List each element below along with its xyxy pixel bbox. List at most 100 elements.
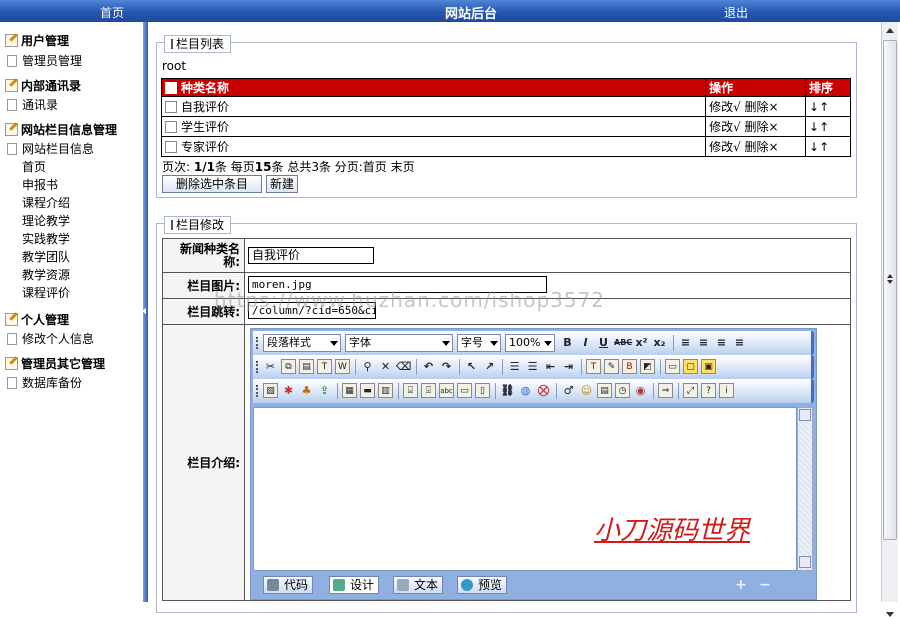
paste-word-icon[interactable]: W — [335, 359, 350, 374]
delete-link[interactable]: 删除× — [745, 120, 779, 134]
name-input[interactable]: 自我评价 — [248, 247, 374, 264]
sidebar-subitem-teaching-team[interactable]: 教学团队 — [22, 248, 70, 265]
collapse-arrow-icon[interactable] — [142, 308, 146, 314]
sidebar-item-db-backup[interactable]: 数据库备份 — [7, 374, 82, 391]
zoom-select[interactable]: 100% — [505, 334, 555, 352]
layer-icon[interactable]: ▢ — [683, 359, 698, 374]
format-brush-icon[interactable]: ◩ — [640, 359, 655, 374]
page-scroll-up-icon[interactable] — [886, 28, 894, 33]
sidebar-subitem-home[interactable]: 首页 — [22, 158, 46, 175]
page-scroll-thumb[interactable] — [883, 40, 897, 540]
sort-arrows-icon[interactable]: ↓↑ — [805, 96, 851, 117]
edit-link[interactable]: 修改√ — [709, 120, 741, 134]
font-color-icon[interactable]: T — [586, 359, 601, 374]
emoticon-icon[interactable]: ☺ — [579, 383, 594, 398]
align-right-icon[interactable]: ≡ — [714, 335, 729, 350]
form-icon[interactable]: ⌸ — [403, 383, 418, 398]
align-center-icon[interactable]: ≡ — [696, 335, 711, 350]
sidebar-item-edit-profile[interactable]: 修改个人信息 — [7, 330, 94, 347]
time-icon[interactable]: ◷ — [615, 383, 630, 398]
link-input[interactable]: /column/?cid=650&cid=651 — [248, 302, 376, 319]
delete-link[interactable]: 删除× — [745, 100, 779, 114]
sort-arrows-icon[interactable]: ↓↑ — [805, 136, 851, 157]
highlight-icon[interactable]: ✎ — [604, 359, 619, 374]
delete-selected-button[interactable]: 删除选中条目 — [162, 175, 262, 193]
strikethrough-icon[interactable]: ABC — [614, 335, 632, 350]
sidebar-subitem-teaching-resources[interactable]: 教学资源 — [22, 266, 70, 283]
record-icon[interactable]: ◉ — [633, 383, 648, 398]
redo-icon[interactable]: ↷ — [439, 359, 454, 374]
edit-link[interactable]: 修改√ — [709, 100, 741, 114]
paragraph-style-select[interactable]: 段落样式 — [263, 334, 341, 352]
justify-icon[interactable]: ≡ — [732, 335, 747, 350]
row-checkbox[interactable] — [165, 121, 177, 133]
date-icon[interactable]: ▤ — [597, 383, 612, 398]
eraser-icon[interactable]: ⌫ — [396, 359, 412, 374]
cut-icon[interactable]: ✂ — [263, 359, 278, 374]
scroll-up-icon[interactable] — [799, 409, 811, 421]
home-link[interactable]: 首页 — [100, 4, 124, 21]
sidebar-item-contacts[interactable]: 通讯录 — [7, 96, 58, 113]
select-all-checkbox[interactable] — [165, 82, 177, 94]
page-break-icon[interactable]: ⇒ — [658, 383, 673, 398]
superscript-icon[interactable]: x² — [634, 335, 649, 350]
new-button[interactable]: 新建 — [266, 175, 298, 193]
sort-arrows-icon[interactable]: ↓↑ — [805, 116, 851, 137]
table-icon[interactable]: ▦ — [342, 383, 357, 398]
sidebar-item-site-column-info[interactable]: 网站栏目信息 — [7, 140, 94, 157]
sidebar-subitem-application[interactable]: 申报书 — [22, 176, 58, 193]
page-scrollbar[interactable] — [881, 22, 898, 617]
mode-preview-tab[interactable]: 预览 — [457, 576, 508, 594]
web-link-icon[interactable]: ◍ — [518, 383, 533, 398]
background-color-icon[interactable]: B — [622, 359, 637, 374]
button-field-icon[interactable]: ▭ — [457, 383, 472, 398]
media-icon[interactable]: ♣ — [299, 383, 314, 398]
mode-text-tab[interactable]: 文本 — [393, 576, 444, 594]
mode-design-tab[interactable]: 设计 — [329, 576, 380, 594]
link-icon[interactable]: ⛓ — [500, 383, 515, 398]
bold-icon[interactable]: B — [560, 335, 575, 350]
textfield-icon[interactable]: abc — [439, 383, 454, 398]
sidebar-group-internal-contacts[interactable]: 内部通讯录 — [5, 77, 81, 94]
logout-link[interactable]: 退出 — [724, 4, 748, 21]
sidebar-subitem-course-evaluation[interactable]: 课程评价 — [22, 284, 70, 301]
sidebar-group-user-management[interactable]: 用户管理 — [5, 32, 69, 49]
find-icon[interactable]: ⚲ — [360, 359, 375, 374]
layer-forward-icon[interactable]: ▣ — [701, 359, 716, 374]
sidebar-item-admin-management[interactable]: 管理员管理 — [7, 52, 82, 69]
marquee-icon[interactable]: ▥ — [378, 383, 393, 398]
row-checkbox[interactable] — [165, 141, 177, 153]
unordered-list-icon[interactable]: ☰ — [525, 359, 540, 374]
mode-code-tab[interactable]: 代码 — [263, 576, 314, 594]
select-icon[interactable]: ↖ — [464, 359, 479, 374]
sidebar-subitem-course-intro[interactable]: 课程介绍 — [22, 194, 70, 211]
sidebar-group-site-column-management[interactable]: 网站栏目信息管理 — [5, 121, 117, 138]
sidebar-group-personal[interactable]: 个人管理 — [5, 311, 69, 328]
copy-icon[interactable]: ⧉ — [281, 359, 296, 374]
paste-icon[interactable]: ▤ — [299, 359, 314, 374]
input-field-icon[interactable]: ▯ — [475, 383, 490, 398]
upload-icon[interactable]: ⇪ — [317, 383, 332, 398]
ordered-list-icon[interactable]: ☰ — [507, 359, 522, 374]
align-left-icon[interactable]: ≡ — [678, 335, 693, 350]
row-checkbox[interactable] — [165, 101, 177, 113]
italic-icon[interactable]: I — [578, 335, 593, 350]
scroll-down-icon[interactable] — [799, 556, 811, 568]
special-char-icon[interactable]: ♂ — [561, 383, 576, 398]
paste-text-icon[interactable]: T — [317, 359, 332, 374]
frame-icon[interactable]: ▭ — [665, 359, 680, 374]
textarea-icon[interactable]: ⌹ — [421, 383, 436, 398]
expand-editor-icon[interactable]: + — [735, 577, 747, 593]
indent-icon[interactable]: ⇥ — [561, 359, 576, 374]
image-input[interactable]: moren.jpg — [248, 276, 547, 293]
subscript-icon[interactable]: x₂ — [652, 335, 667, 350]
fullscreen-icon[interactable]: ⤢ — [683, 383, 698, 398]
help-icon[interactable]: ? — [701, 383, 716, 398]
outdent-icon[interactable]: ⇤ — [543, 359, 558, 374]
delete-link[interactable]: 删除× — [745, 140, 779, 154]
flash-icon[interactable]: ✱ — [281, 383, 296, 398]
sidebar-subitem-theory-teaching[interactable]: 理论教学 — [22, 212, 70, 229]
undo-icon[interactable]: ↶ — [421, 359, 436, 374]
about-icon[interactable]: i — [719, 383, 734, 398]
font-family-select[interactable]: 字体 — [345, 334, 453, 352]
